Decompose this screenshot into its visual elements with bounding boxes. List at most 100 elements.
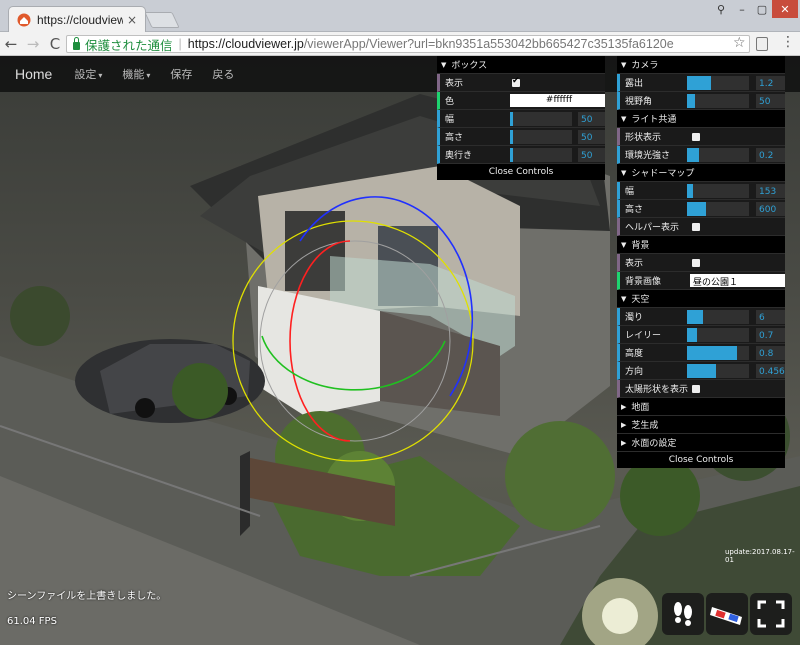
reload-icon[interactable]: C <box>44 35 66 53</box>
fov-value[interactable]: 50 <box>756 94 785 108</box>
expanded-triangle-icon: ▼ <box>621 168 627 177</box>
sky-folder-title[interactable]: ▼ 天空 <box>617 290 785 308</box>
background-show-checkbox[interactable] <box>692 259 700 267</box>
rayleigh-slider[interactable] <box>687 328 749 342</box>
shadow-helper-row: ヘルパー表示 <box>617 218 785 236</box>
expanded-triangle-icon: ▼ <box>621 294 627 303</box>
3d-glasses-icon <box>710 607 742 625</box>
browser-tab[interactable]: https://cloudviewer.jp × <box>8 6 146 32</box>
bookmark-star-icon[interactable]: ☆ <box>733 35 746 51</box>
functions-menu[interactable]: 機能 <box>122 66 150 82</box>
shadow-width-slider[interactable] <box>687 184 749 198</box>
box-height-value[interactable]: 50 <box>578 130 605 144</box>
status-message: シーンファイルを上書きしました。 <box>7 591 167 602</box>
background-folder-title[interactable]: ▼ 背景 <box>617 236 785 254</box>
light-folder-title[interactable]: ▼ ライト共通 <box>617 110 785 128</box>
ambient-value[interactable]: 0.2 <box>756 148 785 162</box>
address-bar[interactable]: 保護された通信 | https://cloudviewer.jp /viewer… <box>66 35 750 53</box>
save-button[interactable]: 保存 <box>170 66 192 82</box>
browser-toolbar: ← → C 保護された通信 | https://cloudviewer.jp /… <box>0 32 800 56</box>
grass-folder-title[interactable]: ▶ 芝生成 <box>617 416 785 434</box>
shadow-width-row: 幅 153 <box>617 182 785 200</box>
rayleigh-value[interactable]: 0.7 <box>756 328 785 342</box>
profile-icon[interactable]: ⚲ <box>712 0 730 18</box>
fullscreen-button[interactable] <box>750 593 792 635</box>
browser-titlebar: https://cloudviewer.jp × ⚲ – ▢ ✕ <box>0 0 800 32</box>
browser-menu-icon[interactable]: ⋮ <box>781 34 795 50</box>
cloudviewer-favicon-icon <box>17 13 31 26</box>
light-shape-row: 形状表示 <box>617 128 785 146</box>
lock-icon <box>73 36 80 50</box>
back-button[interactable]: 戻る <box>212 66 234 82</box>
update-label: update:2017.08.17-01 <box>725 548 795 564</box>
fullscreen-icon <box>757 600 785 628</box>
back-icon[interactable]: ← <box>0 35 22 53</box>
forward-icon[interactable]: → <box>22 35 44 53</box>
turbidity-slider[interactable] <box>687 310 749 324</box>
box-color-row: 色 #ffffff <box>437 92 605 110</box>
box-width-slider[interactable] <box>510 112 572 126</box>
extension-icon[interactable] <box>756 37 768 51</box>
expanded-triangle-icon: ▼ <box>621 114 627 123</box>
fps-counter: 61.04 FPS <box>7 616 57 627</box>
box-color-field[interactable]: #ffffff <box>510 94 605 107</box>
azimuth-slider[interactable] <box>687 364 749 378</box>
ground-folder-title[interactable]: ▶ 地面 <box>617 398 785 416</box>
scene-close-controls-button[interactable]: Close Controls <box>617 452 785 468</box>
tab-close-icon[interactable]: × <box>127 13 137 27</box>
box-folder-title[interactable]: ▼ ボックス <box>437 56 605 74</box>
url-path: /viewerApp/Viewer?url=bkn9351a553042bb66… <box>303 37 674 51</box>
box-depth-row: 奥行き 50 <box>437 146 605 164</box>
rayleigh-row: レイリー 0.7 <box>617 326 785 344</box>
box-depth-value[interactable]: 50 <box>578 148 605 162</box>
expanded-triangle-icon: ▼ <box>621 240 627 249</box>
fov-row: 視野角 50 <box>617 92 785 110</box>
ambient-slider[interactable] <box>687 148 749 162</box>
home-link[interactable]: Home <box>15 66 52 82</box>
exposure-row: 露出 1.2 <box>617 74 785 92</box>
fov-slider[interactable] <box>687 94 749 108</box>
water-folder-title[interactable]: ▶ 水面の設定 <box>617 434 785 452</box>
background-image-field[interactable]: 昼の公園１ <box>690 274 785 287</box>
collapsed-triangle-icon: ▶ <box>621 402 627 411</box>
box-width-value[interactable]: 50 <box>578 112 605 126</box>
shadow-folder-title[interactable]: ▼ シャドーマップ <box>617 164 785 182</box>
elevation-value[interactable]: 0.8 <box>756 346 785 360</box>
box-height-row: 高さ 50 <box>437 128 605 146</box>
minimize-button[interactable]: – <box>732 0 752 18</box>
sun-shape-checkbox[interactable] <box>692 385 700 393</box>
scene-control-panel: ▼ カメラ 露出 1.2 視野角 50 ▼ ライト共通 形状表示 環境光強さ 0.2… <box>617 56 785 468</box>
settings-menu[interactable]: 設定 <box>74 66 102 82</box>
light-shape-checkbox[interactable] <box>692 133 700 141</box>
box-height-slider[interactable] <box>510 130 572 144</box>
background-show-row: 表示 <box>617 254 785 272</box>
elevation-row: 高度 0.8 <box>617 344 785 362</box>
turbidity-value[interactable]: 6 <box>756 310 785 324</box>
box-depth-slider[interactable] <box>510 148 572 162</box>
shadow-height-value[interactable]: 600 <box>756 202 785 216</box>
exposure-value[interactable]: 1.2 <box>756 76 785 90</box>
collapsed-triangle-icon: ▶ <box>621 438 627 447</box>
url-host: https://cloudviewer.jp <box>187 37 304 51</box>
shadow-width-value[interactable]: 153 <box>756 184 785 198</box>
shadow-height-row: 高さ 600 <box>617 200 785 218</box>
stereo-3d-button[interactable] <box>706 593 748 635</box>
collapsed-triangle-icon: ▶ <box>621 420 627 429</box>
box-show-checkbox[interactable] <box>512 76 520 87</box>
expanded-triangle-icon: ▼ <box>441 60 447 69</box>
elevation-slider[interactable] <box>687 346 749 360</box>
box-control-panel: ▼ボックス 表示 色 #ffffff 幅 50 高さ 50 奥行き 50 Clo… <box>437 56 605 180</box>
close-window-button[interactable]: ✕ <box>772 0 798 18</box>
3d-viewer[interactable]: Home 設定 機能 保存 戻る ▼ボックス 表示 色 #ffffff 幅 50… <box>0 56 800 645</box>
camera-folder-title[interactable]: ▼ カメラ <box>617 56 785 74</box>
maximize-button[interactable]: ▢ <box>752 0 772 18</box>
new-tab-button[interactable] <box>144 12 180 28</box>
turbidity-row: 濁り 6 <box>617 308 785 326</box>
exposure-slider[interactable] <box>687 76 749 90</box>
shadow-helper-checkbox[interactable] <box>692 223 700 231</box>
shadow-height-slider[interactable] <box>687 202 749 216</box>
sun-shape-row: 太陽形状を表示 <box>617 380 785 398</box>
box-close-controls-button[interactable]: Close Controls <box>437 164 605 180</box>
walk-mode-button[interactable] <box>662 593 704 635</box>
azimuth-value[interactable]: 0.4566 <box>756 364 785 378</box>
